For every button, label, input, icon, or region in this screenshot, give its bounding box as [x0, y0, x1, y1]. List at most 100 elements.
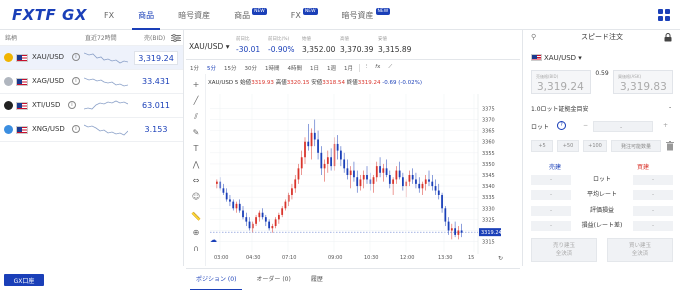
symbol-selector[interactable]: XAU/USD ▾: [189, 42, 229, 51]
speed-symbol-selector[interactable]: XAU/USD ▾: [531, 54, 582, 62]
chart-compare-icon[interactable]: ⟋: [384, 64, 396, 71]
tf-1w[interactable]: 1週: [323, 64, 340, 72]
lot-label: ロット: [531, 124, 550, 131]
tab-fx-new[interactable]: FX NEW: [279, 0, 330, 30]
app-header: FXTF GX FX 商品 暗号資産 商品 NEW FX NEW 暗号資産 NEW: [0, 0, 680, 30]
forecast-icon[interactable]: ⇔: [191, 176, 201, 186]
tf-4h[interactable]: 4時間: [284, 64, 307, 72]
crosshair-icon[interactable]: +: [191, 80, 201, 90]
trendline-icon[interactable]: ╱: [191, 96, 201, 106]
tab-crypto-new[interactable]: 暗号資産 NEW: [330, 0, 403, 30]
tf-30m[interactable]: 30分: [241, 64, 262, 72]
lot-input[interactable]: -: [593, 121, 653, 132]
lot-plus[interactable]: +: [663, 122, 668, 129]
candle-body: [323, 163, 326, 169]
gx-account-button[interactable]: GX口座: [4, 274, 44, 286]
candle-body: [428, 179, 430, 182]
lot-plus-5[interactable]: +5: [531, 140, 553, 152]
candle-body: [375, 166, 378, 178]
x-tick-label: 12:00: [400, 255, 414, 261]
bid-price[interactable]: 33.431: [134, 75, 178, 89]
info-icon[interactable]: i: [72, 53, 80, 61]
info-icon[interactable]: i: [72, 77, 80, 85]
buy-close-all-button[interactable]: 買い建玉 全決済: [607, 238, 673, 262]
y-tick-label: 3330: [482, 206, 495, 212]
candle-type-icon[interactable]: ⫶: [362, 64, 371, 71]
lot-minus[interactable]: −: [583, 122, 588, 129]
lot-plus-100[interactable]: +100: [583, 140, 607, 152]
indicator-icon[interactable]: 𝑓x: [371, 64, 384, 71]
candle-body: [441, 194, 443, 209]
magnet-icon[interactable]: ∩: [191, 244, 201, 254]
trash-icon[interactable]: [666, 141, 674, 151]
candle-body: [222, 188, 225, 193]
text-icon[interactable]: T: [191, 144, 201, 154]
help-icon[interactable]: ?: [557, 121, 566, 130]
candle-body: [264, 217, 267, 222]
tab-commodities[interactable]: 商品: [126, 0, 166, 30]
sparkline: [84, 77, 128, 87]
candlestick-chart[interactable]: 3375 3370 3365 3360 3355 3350 3345 3340 3335 3330…: [206, 74, 520, 266]
candle-body: [431, 181, 434, 187]
lock-icon[interactable]: [664, 33, 672, 42]
watchlist-row[interactable]: XAG/USD i 33.431: [0, 70, 183, 94]
tf-1m[interactable]: 1分: [186, 64, 203, 72]
tab-history[interactable]: 履歴: [301, 269, 333, 290]
y-tick-label: 3350: [482, 162, 495, 168]
candle-body: [372, 177, 375, 184]
reset-icon[interactable]: ↻: [498, 255, 503, 262]
candle-body: [437, 190, 440, 195]
watchlist-row[interactable]: XNG/USD i 3.153: [0, 118, 183, 142]
settings-sliders-icon[interactable]: [171, 34, 181, 42]
candle-body: [454, 228, 457, 235]
candle-body: [291, 188, 293, 195]
watchlist-row[interactable]: XAU/USD i 3,319.24: [0, 46, 183, 70]
position-row-avg-rate: - 平均レート -: [531, 190, 673, 202]
tab-positions[interactable]: ポジション (0): [186, 269, 246, 290]
candle-body: [216, 181, 218, 184]
y-tick-label: 3335: [482, 195, 495, 201]
brush-icon[interactable]: ✎: [191, 128, 201, 138]
zoom-in-icon[interactable]: ⊕: [191, 228, 201, 238]
candle-body: [411, 175, 414, 180]
sell-close-all-button[interactable]: 売り建玉 全決済: [531, 238, 597, 262]
emoji-icon[interactable]: ☺: [191, 192, 201, 202]
bid-price[interactable]: 3.153: [134, 123, 178, 137]
tab-orders[interactable]: オーダー (0): [246, 269, 300, 290]
bottom-tabs: ポジション (0) オーダー (0) 履歴: [186, 268, 520, 290]
tf-5m[interactable]: 5分: [203, 64, 220, 72]
info-icon[interactable]: i: [72, 125, 80, 133]
fib-icon[interactable]: ⫽: [191, 112, 201, 122]
max-quantity-button[interactable]: 発注可能数量: [611, 140, 661, 152]
lot-plus-50[interactable]: +50: [557, 140, 579, 152]
tf-1d[interactable]: 1日: [306, 64, 323, 72]
candle-body: [274, 219, 277, 227]
tf-1mo[interactable]: 1月: [340, 64, 357, 72]
bid-box[interactable]: 売価格(BID) 3,319.24: [531, 70, 591, 94]
fxtf-logo[interactable]: FXTF GX: [12, 6, 87, 24]
stat-high: 高値 3,370.39: [340, 37, 374, 54]
grid-menu-icon[interactable]: [658, 9, 670, 21]
info-icon[interactable]: i: [68, 101, 76, 109]
candle-body: [248, 221, 251, 229]
chart-panel: XAU/USD ▾ 前日比 -30.01 前日比(%) -0.90% 始値 3,352…: [186, 30, 520, 266]
tab-commodities-new[interactable]: 商品 NEW: [222, 0, 279, 30]
ask-box[interactable]: 買価格(ASK) 3,319.83: [613, 70, 673, 94]
tf-15m[interactable]: 15分: [220, 64, 241, 72]
ruler-icon[interactable]: 📏: [191, 212, 201, 222]
tab-fx[interactable]: FX: [92, 0, 126, 30]
candle-body: [310, 132, 313, 147]
candle-body: [402, 177, 404, 187]
current-price-label: 3319.24: [481, 230, 502, 236]
sparkline: [84, 100, 128, 110]
bid-price[interactable]: 63.011: [134, 99, 178, 113]
tf-1h[interactable]: 1時間: [261, 64, 284, 72]
bid-price[interactable]: 3,319.24: [134, 51, 178, 65]
watchlist-row[interactable]: XTI/USD i 63.011: [0, 94, 183, 118]
candle-body: [444, 208, 447, 222]
lot-margin-label: 1.0ロット証拠金目安: [531, 106, 589, 113]
tab-crypto[interactable]: 暗号資産: [166, 0, 222, 30]
candle-body: [235, 203, 238, 209]
commodity-icon: [4, 125, 13, 134]
pattern-icon[interactable]: ⋀: [191, 160, 201, 170]
